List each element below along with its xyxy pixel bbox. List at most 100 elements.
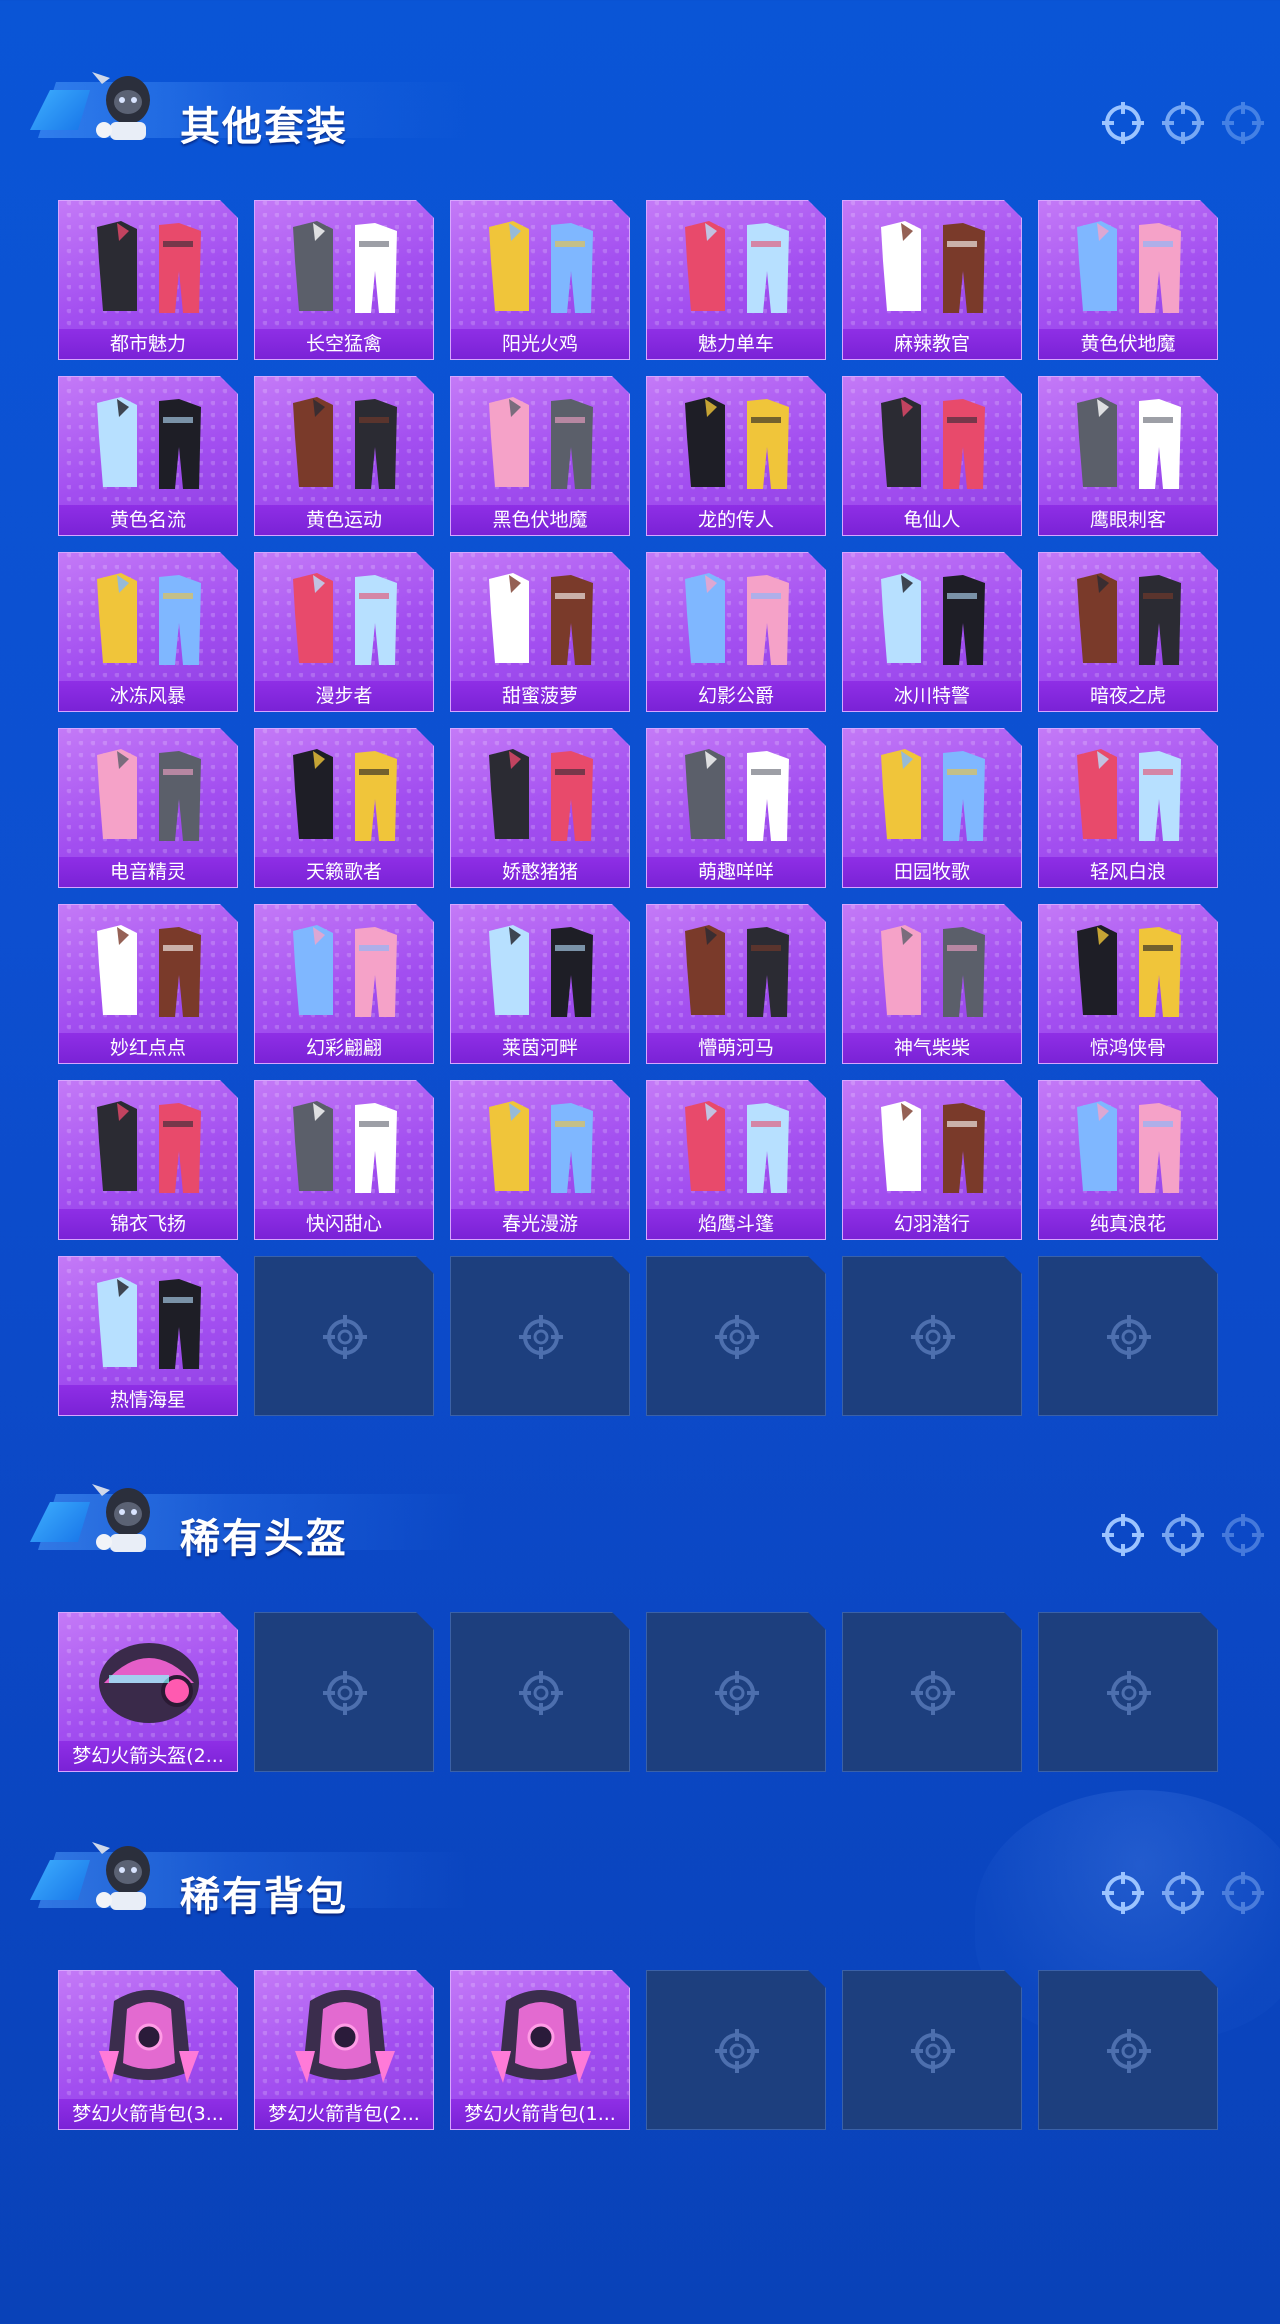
item-card[interactable]: 漫步者 [254,552,434,712]
section-header: 稀有背包 [30,1810,468,1920]
outfit-icon [843,729,1023,857]
outfit-icon [647,553,827,681]
item-card[interactable]: 甜蜜菠萝 [450,552,630,712]
item-card[interactable]: 神气柴柴 [842,904,1022,1064]
crosshair-icon [1162,1514,1204,1556]
item-label: 鹰眼刺客 [1039,505,1217,535]
crosshair-icon [1102,102,1144,144]
item-card[interactable]: 快闪甜心 [254,1080,434,1240]
item-card[interactable]: 冰川特警 [842,552,1022,712]
item-card[interactable]: 黄色名流 [58,376,238,536]
empty-slot [1038,1612,1218,1772]
empty-slot-crosshair-icon [515,1667,567,1719]
item-card[interactable]: 鹰眼刺客 [1038,376,1218,536]
item-card[interactable]: 阳光火鸡 [450,200,630,360]
item-card[interactable]: 纯真浪花 [1038,1080,1218,1240]
item-card[interactable]: 懵萌河马 [646,904,826,1064]
empty-slot [254,1256,434,1416]
item-card[interactable]: 锦衣飞扬 [58,1080,238,1240]
outfit-icon [255,1081,435,1209]
empty-slot [450,1612,630,1772]
outfit-icon [843,1081,1023,1209]
empty-slot [842,1612,1022,1772]
item-label: 冰冻风暴 [59,681,237,711]
backpack-icon [451,1971,631,2099]
item-label: 幻影公爵 [647,681,825,711]
outfit-icon [59,377,239,505]
item-card[interactable]: 电音精灵 [58,728,238,888]
item-label: 龟仙人 [843,505,1021,535]
item-card[interactable]: 萌趣咩咩 [646,728,826,888]
outfit-icon [255,377,435,505]
empty-slot-crosshair-icon [711,1311,763,1363]
empty-slot-crosshair-icon [711,1667,763,1719]
empty-slot-crosshair-icon [319,1311,371,1363]
item-label: 锦衣飞扬 [59,1209,237,1239]
item-card[interactable]: 龙的传人 [646,376,826,536]
mascot-icon [92,1484,150,1552]
item-card[interactable]: 幻影公爵 [646,552,826,712]
outfit-icon [647,1081,827,1209]
crosshair-decoration [1100,1512,1266,1558]
crosshair-icon [1102,1514,1144,1556]
outfit-icon [647,905,827,1033]
item-card[interactable]: 幻羽潜行 [842,1080,1022,1240]
item-card[interactable]: 长空猛禽 [254,200,434,360]
item-card[interactable]: 田园牧歌 [842,728,1022,888]
empty-slot [450,1256,630,1416]
crosshair-icon [1162,1872,1204,1914]
section-title: 稀有背包 [180,1874,348,1920]
empty-slot-crosshair-icon [907,1667,959,1719]
item-card[interactable]: 妙红点点 [58,904,238,1064]
outfit-icon [451,553,631,681]
item-card[interactable]: 暗夜之虎 [1038,552,1218,712]
empty-slot [842,1970,1022,2130]
item-grid: 梦幻火箭背包(3... 梦幻火箭背包(2... 梦幻火箭背包(1... [58,1970,1218,2130]
item-card[interactable]: 娇憨猪猪 [450,728,630,888]
item-label: 幻彩翩翩 [255,1033,433,1063]
empty-slot-crosshair-icon [907,1311,959,1363]
outfit-icon [255,201,435,329]
item-card[interactable]: 都市魅力 [58,200,238,360]
outfit-icon [843,905,1023,1033]
item-card[interactable]: 冰冻风暴 [58,552,238,712]
item-label: 梦幻火箭背包(1... [451,2099,629,2129]
item-label: 懵萌河马 [647,1033,825,1063]
outfit-icon [59,905,239,1033]
item-label: 电音精灵 [59,857,237,887]
item-label: 黄色运动 [255,505,433,535]
item-card[interactable]: 魅力单车 [646,200,826,360]
item-card[interactable]: 梦幻火箭背包(3... [58,1970,238,2130]
item-card[interactable]: 梦幻火箭头盔(2... [58,1612,238,1772]
item-card[interactable]: 龟仙人 [842,376,1022,536]
section-title: 其他套装 [180,104,348,150]
item-card[interactable]: 梦幻火箭背包(1... [450,1970,630,2130]
item-card[interactable]: 黄色运动 [254,376,434,536]
item-card[interactable]: 幻彩翩翩 [254,904,434,1064]
section-other-outfits: 其他套装 都市魅力 长空猛禽 阳光火鸡 魅力单车 麻辣教官 黄色伏地魔黄色名流 黄色运动 黑色… [0,40,1280,1420]
item-card[interactable]: 黄色伏地魔 [1038,200,1218,360]
item-card[interactable]: 梦幻火箭背包(2... [254,1970,434,2130]
outfit-icon [59,553,239,681]
item-label: 莱茵河畔 [451,1033,629,1063]
empty-slot [842,1256,1022,1416]
outfit-icon [451,729,631,857]
item-card[interactable]: 黑色伏地魔 [450,376,630,536]
item-card[interactable]: 春光漫游 [450,1080,630,1240]
section-header: 其他套装 [30,40,468,150]
item-label: 惊鸿侠骨 [1039,1033,1217,1063]
item-label: 阳光火鸡 [451,329,629,359]
item-label: 甜蜜菠萝 [451,681,629,711]
item-card[interactable]: 天籁歌者 [254,728,434,888]
item-card[interactable]: 惊鸿侠骨 [1038,904,1218,1064]
item-label: 热情海星 [59,1385,237,1415]
item-grid: 梦幻火箭头盔(2... [58,1612,1218,1772]
section-header: 稀有头盔 [30,1452,468,1562]
item-card[interactable]: 焰鹰斗篷 [646,1080,826,1240]
item-card[interactable]: 麻辣教官 [842,200,1022,360]
item-card[interactable]: 莱茵河畔 [450,904,630,1064]
item-card[interactable]: 轻风白浪 [1038,728,1218,888]
item-label: 长空猛禽 [255,329,433,359]
item-card[interactable]: 热情海星 [58,1256,238,1416]
backpack-icon [255,1971,435,2099]
